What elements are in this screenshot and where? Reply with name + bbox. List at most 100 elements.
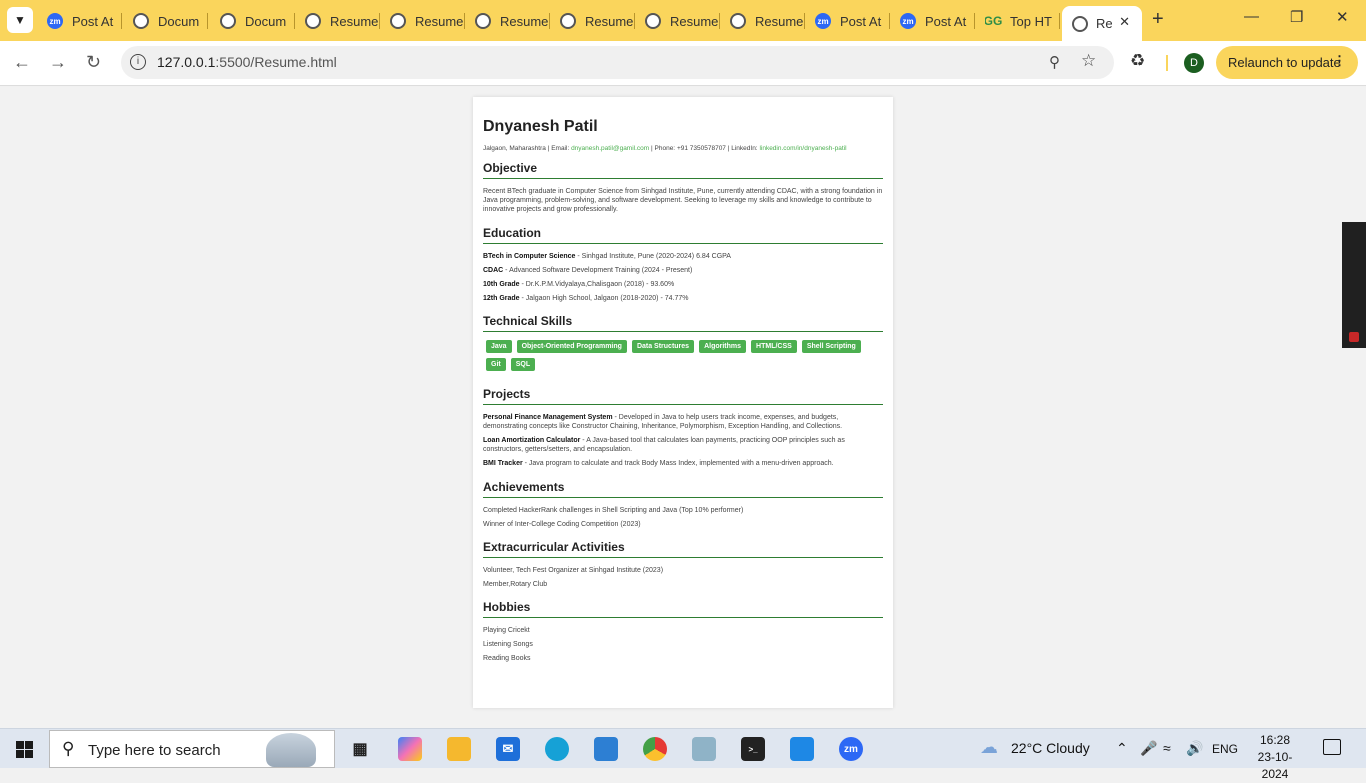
tab-label: Docum <box>158 13 200 29</box>
url-host: 127.0.0.1 <box>157 54 216 70</box>
globe-icon <box>305 13 321 29</box>
restore-button[interactable]: ❐ <box>1290 8 1303 26</box>
tab-separator <box>1059 13 1060 29</box>
zoom-icon: zm <box>815 13 831 29</box>
clock[interactable]: 16:28 23-10-2024 <box>1248 732 1302 783</box>
extracurricular-heading: Extracurricular Activities <box>483 540 883 558</box>
globe-icon <box>645 13 661 29</box>
tab-item[interactable]: Resume <box>475 8 550 34</box>
tab-item[interactable]: Resume <box>305 8 380 34</box>
close-tab-icon[interactable]: ✕ <box>1119 14 1130 30</box>
forward-button[interactable]: → <box>49 52 67 73</box>
microphone-icon[interactable]: 🎤 <box>1140 740 1157 757</box>
file-explorer-icon[interactable] <box>447 737 471 761</box>
task-view-icon[interactable]: ▦ <box>348 737 372 761</box>
tab-separator <box>379 13 380 29</box>
hobby-item: Reading Books <box>483 655 531 662</box>
windows-start-button[interactable] <box>16 741 33 758</box>
skills-list: Java Object-Oriented Programming Data Stru… <box>483 340 883 376</box>
search-highlight-image <box>266 733 316 767</box>
zoom-icon: zm <box>900 13 916 29</box>
photos-icon[interactable] <box>594 737 618 761</box>
tab-label: Resume <box>670 13 719 29</box>
url-path: :5500/Resume.html <box>215 54 337 70</box>
education-item: 10th Grade - Dr.K.P.M.Vidyalaya,Chalisga… <box>483 280 883 289</box>
page-viewport: Dnyanesh Patil Jalgaon, Maharashtra | Em… <box>0 87 1366 728</box>
objective-text: Recent BTech graduate in Computer Scienc… <box>483 188 883 213</box>
education-degree: CDAC <box>483 267 504 274</box>
tab-item[interactable]: Resume <box>560 8 635 34</box>
more-menu-icon[interactable]: ⋮ <box>1333 53 1346 69</box>
search-placeholder: Type here to search <box>88 742 221 759</box>
volume-icon[interactable]: 🔊 <box>1186 740 1203 757</box>
mail-icon[interactable]: ✉ <box>496 737 520 761</box>
tab-separator <box>549 13 550 29</box>
mic-muted-icon[interactable] <box>1349 332 1359 342</box>
globe-icon <box>1072 15 1088 32</box>
notifications-icon[interactable] <box>1323 739 1341 755</box>
tab-search-button[interactable]: ▼ <box>7 7 33 33</box>
skill-tag: Java <box>486 340 512 353</box>
skill-tag: Data Structures <box>631 340 695 353</box>
close-window-button[interactable]: ✕ <box>1336 8 1349 26</box>
phone-number: +91 7350578707 <box>676 145 726 152</box>
tab-active[interactable]: Re ✕ <box>1062 6 1142 41</box>
skill-tag: Algorithms <box>699 340 747 353</box>
tab-label: Post At <box>925 13 967 29</box>
zoom-icon[interactable]: ⚲ <box>1049 53 1060 71</box>
tab-item[interactable]: zm Post At <box>815 8 890 34</box>
relaunch-button[interactable]: Relaunch to update ⋮ <box>1216 46 1358 79</box>
back-button[interactable]: ← <box>13 52 31 73</box>
wifi-icon[interactable]: ≈ <box>1163 740 1171 756</box>
tab-item[interactable]: Resume <box>645 8 720 34</box>
language-indicator[interactable]: ENG <box>1212 742 1238 756</box>
weather-text[interactable]: 22°C Cloudy <box>1011 740 1090 756</box>
taskbar-search-box[interactable]: ⚲ Type here to search <box>49 730 335 768</box>
tab-separator <box>207 13 208 29</box>
objective-heading: Objective <box>483 161 883 179</box>
tab-item[interactable]: Resume <box>390 8 465 34</box>
notepad-icon[interactable] <box>692 737 716 761</box>
tab-separator <box>974 13 975 29</box>
reload-button[interactable]: ↻ <box>86 52 101 73</box>
tab-item[interactable]: Resume <box>730 8 805 34</box>
cloud-icon[interactable]: ☁ <box>980 737 998 758</box>
minimize-button[interactable]: — <box>1244 8 1259 25</box>
globe-icon <box>560 13 576 29</box>
tab-item[interactable]: zm Post At <box>47 8 122 34</box>
vscode-icon[interactable] <box>790 737 814 761</box>
contact-line: Jalgaon, Maharashtra | Email: dnyanesh.p… <box>483 145 847 152</box>
tab-item[interactable]: Docum <box>220 8 295 34</box>
copilot-icon[interactable] <box>398 737 422 761</box>
email-link[interactable]: dnyanesh.patil@gamil.com <box>571 145 649 152</box>
education-degree: 10th Grade <box>483 281 520 288</box>
terminal-icon[interactable]: >_ <box>741 737 765 761</box>
zoom-app-icon[interactable]: zm <box>839 737 863 761</box>
chrome-icon[interactable] <box>643 737 667 761</box>
address-bar[interactable]: i 127.0.0.1:5500/Resume.html ⚲ ☆ <box>121 46 1114 79</box>
tab-label: Post At <box>72 13 114 29</box>
clock-date: 23-10-2024 <box>1257 750 1293 781</box>
edge-icon[interactable] <box>545 737 569 761</box>
tab-separator <box>634 13 635 29</box>
education-heading: Education <box>483 226 883 244</box>
bookmark-star-icon[interactable]: ☆ <box>1081 51 1096 71</box>
education-detail: - Dr.K.P.M.Vidyalaya,Chalisgaon (2018) -… <box>519 281 675 288</box>
tab-item[interactable]: GG Top HT <box>985 8 1060 34</box>
url-text[interactable]: 127.0.0.1:5500/Resume.html <box>157 54 337 70</box>
tab-item[interactable]: Docum <box>133 8 208 34</box>
profile-avatar[interactable]: D <box>1184 53 1204 73</box>
floating-meeting-panel[interactable] <box>1342 222 1366 348</box>
tab-strip: ▼ zm Post At Docum Docum Resume Resume Resume R… <box>0 0 1366 41</box>
tab-item[interactable]: zm Post At <box>900 8 975 34</box>
hobbies-heading: Hobbies <box>483 600 883 618</box>
site-info-icon[interactable]: i <box>130 54 146 70</box>
education-detail: - Jalgaon High School, Jalgaon (2018-202… <box>519 295 689 302</box>
show-hidden-icons-button[interactable]: ⌃ <box>1116 740 1128 757</box>
new-tab-button[interactable]: + <box>1152 8 1164 31</box>
projects-list: Personal Finance Management System - Dev… <box>483 413 883 468</box>
extensions-icon[interactable]: ♻ <box>1130 51 1145 71</box>
linkedin-link[interactable]: linkedin.com/in/dnyanesh-patil <box>759 145 846 152</box>
relaunch-label: Relaunch to update <box>1228 55 1341 70</box>
extracurricular-list: Volunteer, Tech Fest Organizer at Sinhga… <box>483 566 883 589</box>
